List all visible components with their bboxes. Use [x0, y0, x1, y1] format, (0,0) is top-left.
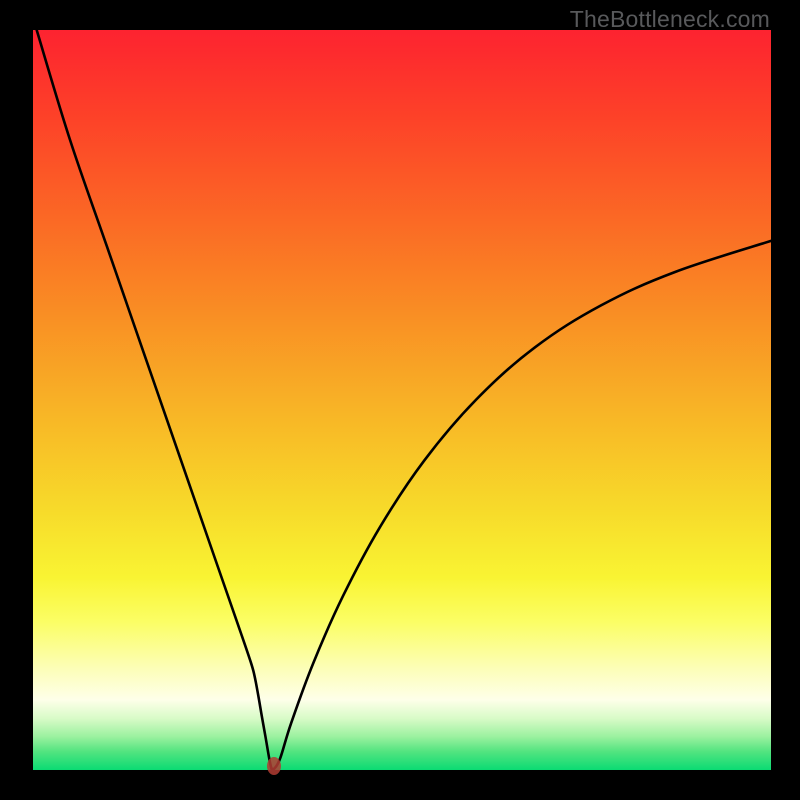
- plot-frame: [33, 30, 771, 770]
- gradient-background: [33, 30, 771, 770]
- minimum-marker: [267, 757, 281, 775]
- bottleneck-chart: [33, 30, 771, 770]
- watermark-text: TheBottleneck.com: [570, 6, 770, 33]
